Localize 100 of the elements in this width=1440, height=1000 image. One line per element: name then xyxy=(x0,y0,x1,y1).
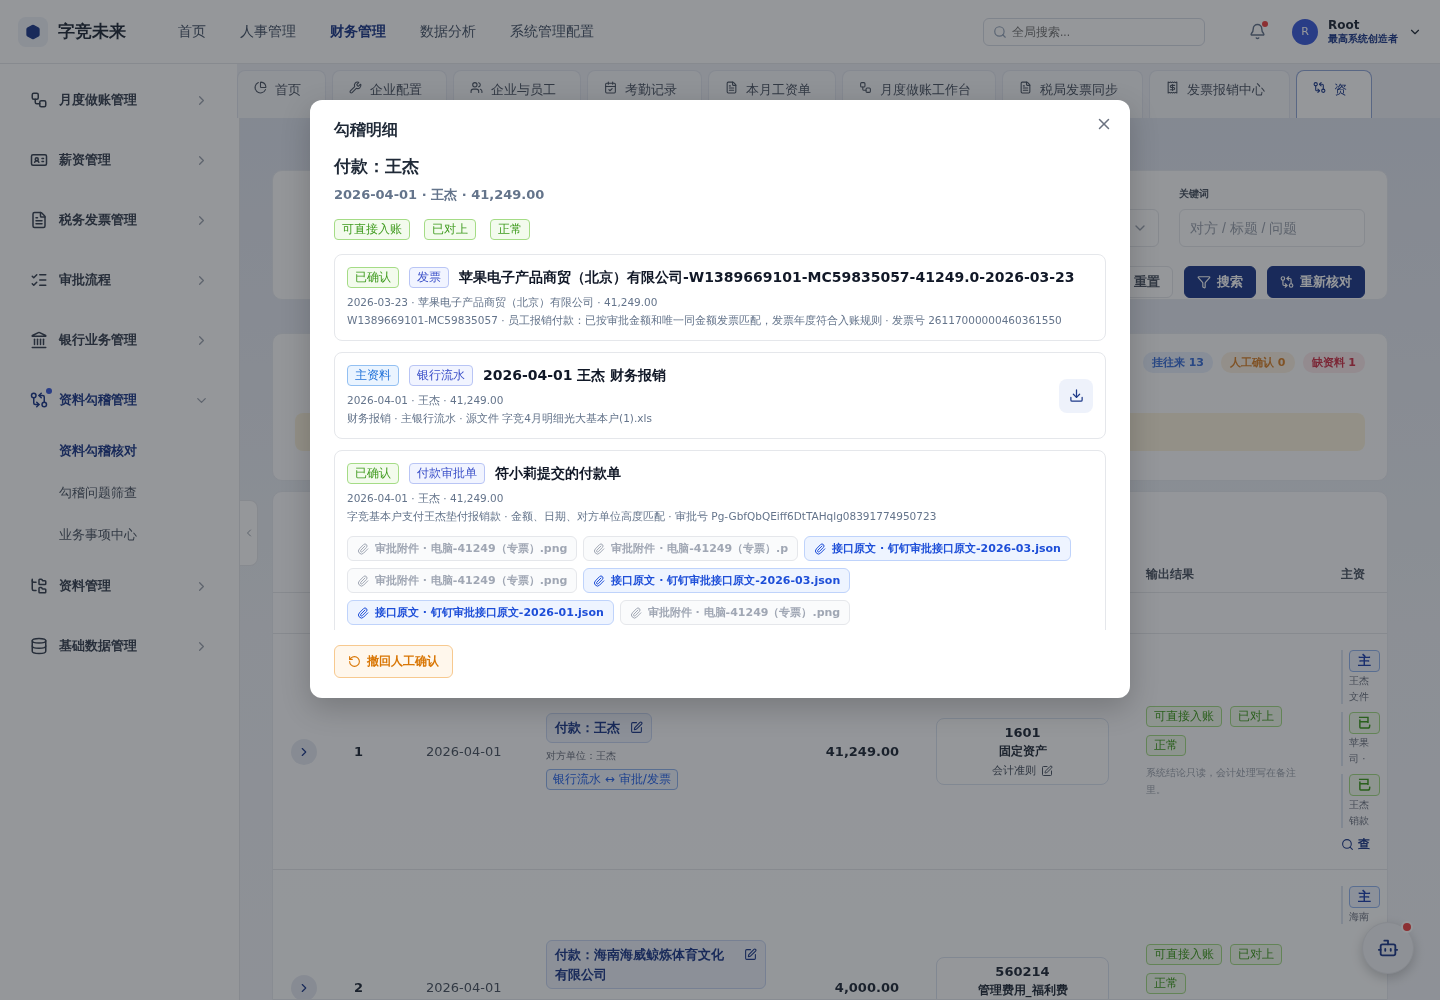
attachment-link[interactable]: 审批附件 · 电脑-41249（专票）.p xyxy=(583,536,799,561)
title-chip[interactable]: 付款：海南海威鲸炼体育文化有限公司 xyxy=(546,940,766,989)
record-title: 苹果电子产品商贸（北京）有限公司-W1389669101-MC59835057-41249.0-2026-03-23 xyxy=(459,268,1075,287)
menu-icon xyxy=(30,637,48,655)
status-tag: 已对上 xyxy=(424,219,476,240)
search-button[interactable]: 搜索 xyxy=(1184,266,1256,298)
date-cell-text: 2026-04-01 xyxy=(426,744,503,759)
tab-icon xyxy=(604,81,617,94)
attachment-link[interactable]: 审批附件 · 电脑-41249（专票）.png xyxy=(347,568,578,593)
bell-icon[interactable] xyxy=(1249,23,1266,40)
sidebar-subitem[interactable]: 勾稽问题筛查 xyxy=(12,472,228,514)
edit-icon xyxy=(744,948,757,961)
dialog-heading: 付款：王杰 xyxy=(334,155,420,178)
record-detail: W1389669101-MC59835057 · 员工报销付款：已按审批金额和唯一同金额发票匹配，发票年度符合入账规则 · 发票号 26117000000460361550 xyxy=(347,314,1063,328)
menu-icon xyxy=(30,91,48,109)
sidebar-item[interactable]: 薪资管理 xyxy=(0,130,239,190)
status-tag: 正常 xyxy=(490,219,530,240)
user-avatar[interactable]: R xyxy=(1292,18,1318,45)
edit-icon xyxy=(1041,764,1053,777)
nav-item[interactable]: 首页 xyxy=(176,18,208,45)
tab-icon xyxy=(254,81,267,94)
paperclip-icon xyxy=(593,574,606,587)
sidebar-item[interactable]: 基础数据管理 xyxy=(0,616,239,676)
source-tag: 已 xyxy=(1349,774,1380,796)
tab-icon xyxy=(1019,81,1032,94)
app-logo: 字竞未来 xyxy=(58,20,126,43)
sidebar-item[interactable]: 月度做账管理 xyxy=(0,70,239,130)
status-tag: 正常 xyxy=(1146,734,1186,756)
column-header: 主资 xyxy=(1341,565,1366,583)
nav-item[interactable]: 系统管理配置 xyxy=(508,18,596,45)
tab-icon xyxy=(1166,81,1179,94)
nav-item[interactable]: 人事管理 xyxy=(238,18,298,45)
source-text: 司 · xyxy=(1349,752,1366,766)
compare-arrows-icon xyxy=(1280,275,1294,289)
undo-button[interactable]: 撤回人工确认 xyxy=(334,645,453,678)
subject-name: 固定资产 xyxy=(998,743,1047,760)
paperclip-icon xyxy=(629,606,642,619)
attachment-link[interactable]: 审批附件 · 电脑-41249（专票）.png xyxy=(619,600,851,625)
menu-icon xyxy=(30,211,48,229)
record-badge: 银行流水 xyxy=(409,365,473,386)
menu-icon xyxy=(30,271,48,289)
attachment-link[interactable]: 审批附件 · 电脑-41249（专票）.png xyxy=(347,536,578,561)
sidebar-item[interactable]: 资料管理 xyxy=(0,556,239,616)
sidebar-subitem[interactable]: 资料勾稽核对 xyxy=(12,430,228,472)
rule-button[interactable]: 会计准则 xyxy=(992,763,1053,778)
page-tab[interactable]: 资 xyxy=(1296,70,1372,118)
record-detail: 2026-04-01 · 王杰 · 41,249.00 xyxy=(347,394,505,408)
search-icon xyxy=(993,24,1007,39)
page-tab[interactable]: 首页 xyxy=(237,70,326,118)
dialog-title: 勾稽明细 xyxy=(334,120,399,141)
record-detail: 财务报销 · 主银行流水 · 源文件 字竞4月明细光大基本户(1).xls xyxy=(347,412,653,426)
tab-icon xyxy=(349,81,362,94)
status-tag: 可直接入账 xyxy=(1146,944,1222,965)
record-badge: 付款审批单 xyxy=(409,463,485,484)
paperclip-icon xyxy=(357,542,369,555)
paperclip-icon xyxy=(357,574,369,587)
title-chip[interactable]: 付款：王杰 xyxy=(546,713,652,743)
stat-chip[interactable]: 缺资料 1 xyxy=(1302,352,1365,373)
date-cell-text: 2026-04-01 xyxy=(426,980,503,995)
record-badge: 已确认 xyxy=(347,267,399,288)
column-header: 输出结果 xyxy=(1146,565,1195,583)
paperclip-icon xyxy=(814,542,827,555)
status-tag: 正常 xyxy=(1146,973,1186,994)
search-field[interactable]: 全局搜索... xyxy=(983,17,1205,46)
sidebar-subitem[interactable]: 业务事项中心 xyxy=(12,514,228,556)
sidebar-item[interactable]: 审批流程 xyxy=(0,250,239,310)
status-tag: 可直接入账 xyxy=(1146,705,1222,727)
paperclip-icon xyxy=(357,606,369,619)
robot-icon xyxy=(1377,937,1399,959)
source-tag: 主 xyxy=(1349,886,1380,908)
status-tag: 已对上 xyxy=(1230,944,1282,965)
nav-item[interactable]: 财务管理 xyxy=(328,18,388,45)
recheck-button[interactable]: 重新核对 xyxy=(1267,266,1365,298)
sidebar-item[interactable]: 税务发票管理 xyxy=(0,190,239,250)
hexagon-icon xyxy=(25,23,41,40)
user-role: 最高系统创造者 xyxy=(1328,31,1398,46)
stat-chip[interactable]: 挂往来 13 xyxy=(1142,352,1214,373)
attachment-link[interactable]: 接口原文 · 钉钉审批接口原文-2026-03.json xyxy=(804,536,1071,561)
source-text: 销款 xyxy=(1349,814,1369,828)
expand-button[interactable] xyxy=(291,974,317,999)
view-link[interactable]: 查 xyxy=(1341,836,1387,853)
download-button[interactable] xyxy=(1059,378,1093,413)
record-badge: 主资料 xyxy=(347,365,399,386)
dialog-meta: 2026-04-01 · 王杰 · 41,249.00 xyxy=(334,186,546,204)
page-tab[interactable]: 发票报销中心 xyxy=(1149,70,1290,118)
collapse-handle[interactable] xyxy=(240,500,258,566)
expand-button[interactable] xyxy=(291,738,317,765)
attachment-link[interactable]: 接口原文 · 钉钉审批接口原文-2026-03.json xyxy=(583,568,851,593)
sidebar-item[interactable]: 资料勾稽管理 xyxy=(0,370,239,430)
record-badge: 发票 xyxy=(409,267,449,288)
attachment-link[interactable]: 接口原文 · 钉钉审批接口原文-2026-01.json xyxy=(347,600,614,625)
record-title: 2026-04-01 王杰 财务报销 xyxy=(483,366,667,385)
source-text: 王杰 xyxy=(1349,674,1369,688)
edit-icon xyxy=(630,721,643,735)
nav-item[interactable]: 数据分析 xyxy=(418,18,478,45)
status-tag: 已对上 xyxy=(1230,705,1282,727)
sidebar-item[interactable]: 银行业务管理 xyxy=(0,310,239,370)
tab-icon xyxy=(470,81,483,94)
counterparty-text: 对方单位：王杰 xyxy=(546,748,616,763)
source-text: 海南 xyxy=(1349,910,1369,924)
